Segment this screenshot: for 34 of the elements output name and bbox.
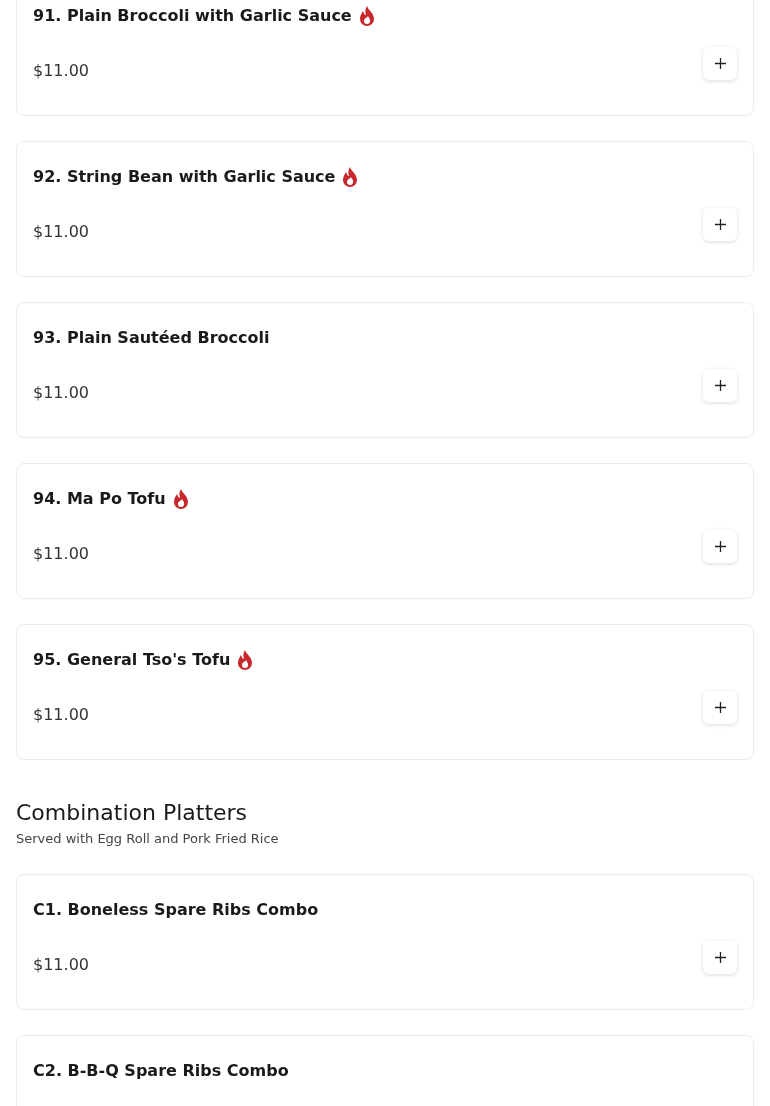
menu-item-card[interactable]: 91. Plain Broccoli with Garlic Sauce $11.00: [16, 0, 754, 116]
item-name: 94. Ma Po Tofu: [33, 488, 166, 510]
menu-item-card[interactable]: C2. B-B-Q Spare Ribs Combo: [16, 1035, 754, 1106]
add-button[interactable]: [703, 691, 737, 724]
item-name: C2. B-B-Q Spare Ribs Combo: [33, 1060, 289, 1082]
menu-item-card[interactable]: 92. String Bean with Garlic Sauce $11.00: [16, 141, 754, 277]
item-name: 95. General Tso's Tofu: [33, 649, 231, 671]
item-price: $11.00: [33, 383, 89, 402]
item-price: $11.00: [33, 705, 89, 724]
plus-icon: [714, 380, 726, 391]
item-price: $11.00: [33, 544, 89, 563]
menu-item-card[interactable]: 95. General Tso's Tofu $11.00: [16, 624, 754, 760]
item-name: 93. Plain Sautéed Broccoli: [33, 327, 270, 349]
section-title: Combination Platters: [16, 800, 249, 825]
item-price: $11.00: [33, 61, 89, 80]
item-name: 92. String Bean with Garlic Sauce: [33, 166, 336, 188]
menu-item-card[interactable]: 93. Plain Sautéed Broccoli $11.00: [16, 302, 754, 438]
item-name: C1. Boneless Spare Ribs Combo: [33, 899, 319, 921]
plus-icon: [714, 58, 726, 69]
add-button[interactable]: [703, 530, 737, 563]
menu-item-card[interactable]: 94. Ma Po Tofu $11.00: [16, 463, 754, 599]
add-button[interactable]: [703, 369, 737, 402]
item-price: $11.00: [33, 955, 89, 974]
plus-icon: [714, 219, 726, 230]
plus-icon: [714, 952, 726, 963]
add-button[interactable]: [703, 208, 737, 241]
plus-icon: [714, 541, 726, 552]
add-button[interactable]: [703, 47, 737, 80]
plus-icon: [714, 702, 726, 713]
add-button[interactable]: [703, 941, 737, 974]
item-name: 91. Plain Broccoli with Garlic Sauce: [33, 5, 352, 27]
section-description: Served with Egg Roll and Pork Fried Rice: [16, 831, 280, 846]
menu-item-card[interactable]: C1. Boneless Spare Ribs Combo $11.00: [16, 874, 754, 1010]
item-price: $11.00: [33, 222, 89, 241]
